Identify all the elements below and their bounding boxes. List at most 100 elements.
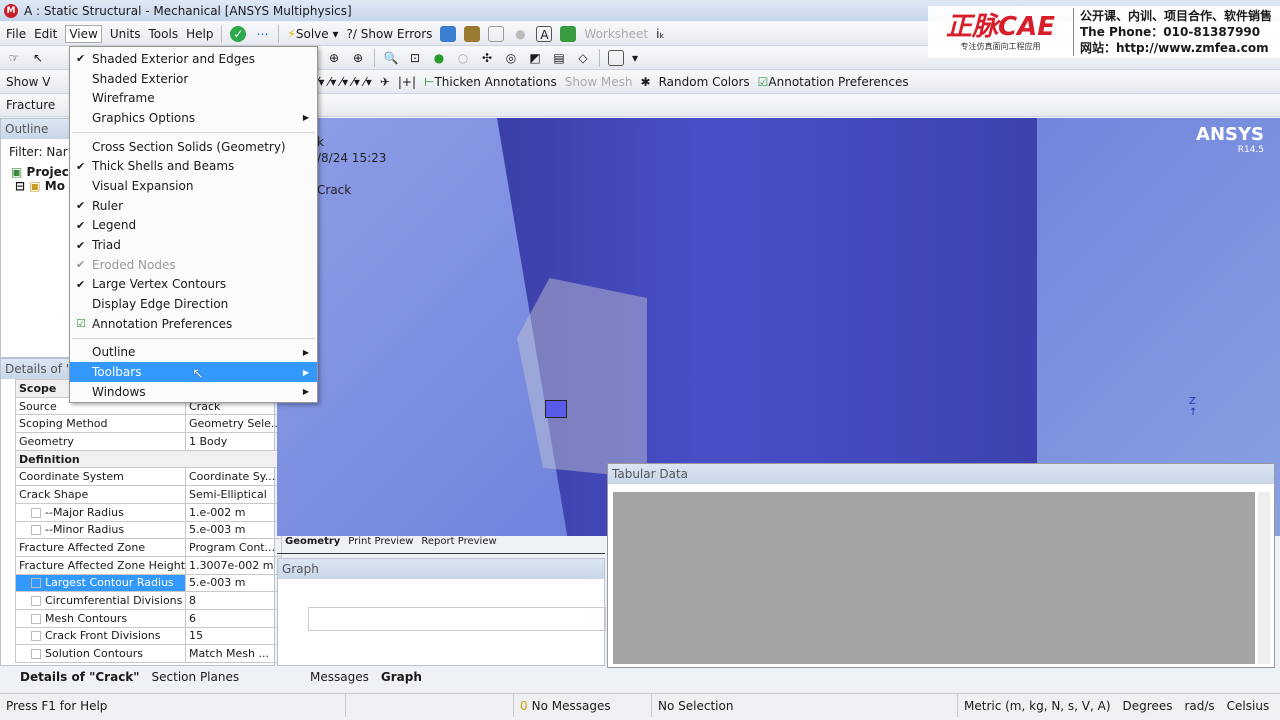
property-value[interactable]: 15 <box>184 626 283 646</box>
pointer-icon[interactable]: ↖ <box>30 50 46 66</box>
parameter-checkbox[interactable] <box>31 525 41 536</box>
view-icon[interactable]: ◎ <box>503 50 519 66</box>
random-colors-icon[interactable]: ✱ <box>641 75 651 89</box>
print-icon[interactable]: ▤ <box>551 50 567 66</box>
info-icon[interactable]: iₖ <box>656 27 664 41</box>
parameter-checkbox[interactable] <box>31 596 41 607</box>
parameter-checkbox[interactable] <box>31 507 41 518</box>
details-row[interactable]: Largest Contour Radius 5.e-003 m <box>15 573 283 593</box>
property-value[interactable]: 5.e-003 m <box>184 520 283 540</box>
edge-coloring-icon[interactable]: ⁄▾ ⁄▾ ⁄▾ ⁄▾ ⁄▾ <box>316 75 371 89</box>
menu-item-windows[interactable]: Windows ▶ <box>70 382 317 402</box>
property-value[interactable]: 8 <box>184 591 283 610</box>
menu-item-legend[interactable]: ✔ Legend <box>70 216 317 236</box>
details-row[interactable]: Crack Front Divisions 15 <box>15 626 283 646</box>
property-value[interactable]: Match Mesh ... <box>184 644 283 663</box>
menu-item-visual-expansion[interactable]: Visual Expansion <box>70 176 317 196</box>
show-mesh-button[interactable]: Show Mesh <box>565 75 633 89</box>
property-value[interactable]: 1 Body <box>184 432 283 451</box>
tag-icon[interactable]: ◇ <box>575 50 591 66</box>
details-row[interactable]: --Major Radius 1.e-002 m <box>15 502 283 522</box>
details-row[interactable]: Fracture Affected Zone Height 1.3007e-002… <box>15 555 283 575</box>
menu-edit[interactable]: Edit <box>34 27 57 41</box>
check-icon[interactable]: ✓ <box>230 25 247 42</box>
select-icon[interactable]: ☞ <box>6 50 22 66</box>
worksheet-button[interactable]: Worksheet <box>584 27 648 41</box>
details-row[interactable]: Circumferential Divisions 8 <box>15 591 283 610</box>
solve-button[interactable]: ⚡Solve ▾ <box>287 27 338 41</box>
menu-item-display-edge-direction[interactable]: Display Edge Direction <box>70 294 317 314</box>
filter-select[interactable]: Nar <box>46 145 67 159</box>
details-row[interactable]: Fracture Affected Zone Program Cont... <box>15 538 283 557</box>
menu-item-wireframe[interactable]: Wireframe <box>70 88 317 108</box>
new-figure-icon[interactable] <box>440 25 457 42</box>
cube-icon[interactable]: ◩ <box>527 50 543 66</box>
menu-tools[interactable]: Tools <box>149 27 179 41</box>
tab-messages[interactable]: Messages <box>310 670 369 684</box>
menu-item-triad[interactable]: ✔ Triad <box>70 235 317 255</box>
property-value[interactable]: Coordinate Sy... <box>184 467 283 487</box>
parameter-checkbox[interactable] <box>31 631 41 642</box>
annotation-preferences-button[interactable]: ☑Annotation Preferences <box>758 75 909 89</box>
parameter-checkbox[interactable] <box>31 649 41 660</box>
property-value[interactable]: Semi-Elliptical <box>184 485 283 504</box>
menu-item-annotation-preferences[interactable]: ☑ Annotation Preferences <box>70 314 317 334</box>
tab-geometry[interactable]: Geometry <box>285 536 340 553</box>
status-angle[interactable]: Degrees <box>1117 694 1179 717</box>
tab-graph[interactable]: Graph <box>381 670 422 684</box>
zoom-green-icon[interactable]: ● <box>431 50 447 66</box>
property-value[interactable]: 1.3007e-002 m <box>184 555 283 575</box>
details-row[interactable]: Geometry 1 Body <box>15 432 283 451</box>
zoom-box-icon[interactable]: ⊕ <box>350 50 366 66</box>
thin-annotation-icon[interactable]: |+| <box>398 75 416 89</box>
details-row[interactable]: Coordinate System Coordinate Sy... <box>15 467 283 487</box>
menu-item-cross-section-solids-geometry[interactable]: Cross Section Solids (Geometry) <box>70 137 317 157</box>
viewport-icon[interactable] <box>560 25 577 42</box>
text-annotation-icon[interactable]: A <box>536 25 553 42</box>
window-layout-icon[interactable] <box>608 49 624 66</box>
details-group[interactable]: Definition <box>14 449 283 469</box>
property-value[interactable]: Geometry Sele... <box>184 414 283 434</box>
image-icon[interactable] <box>464 25 481 42</box>
property-value[interactable]: 6 <box>184 608 283 628</box>
iso-icon[interactable]: ✣ <box>479 50 495 66</box>
menu-item-toolbars[interactable]: Toolbars ▶ ↖ <box>70 362 317 382</box>
show-vertices-button[interactable]: Show V <box>6 75 50 89</box>
details-row[interactable]: Crack Shape Semi-Elliptical <box>15 485 283 504</box>
menu-units[interactable]: Units <box>110 27 141 41</box>
report-icon[interactable] <box>488 25 505 42</box>
parameter-checkbox[interactable] <box>31 613 41 624</box>
menu-item-graphics-options[interactable]: Graphics Options ▶ <box>70 108 317 128</box>
details-row[interactable]: Mesh Contours 6 <box>15 608 283 628</box>
menu-item-outline[interactable]: Outline ▶ <box>70 343 317 363</box>
status-messages[interactable]: 0 No Messages <box>514 694 652 717</box>
magnify-icon[interactable]: ○ <box>455 50 471 66</box>
details-row[interactable]: Solution Contours Match Mesh ... <box>15 644 283 663</box>
menu-view[interactable]: View <box>65 24 102 43</box>
menu-item-large-vertex-contours[interactable]: ✔ Large Vertex Contours <box>70 275 317 295</box>
tabular-scrollbar[interactable] <box>1258 492 1270 664</box>
probe-icon[interactable]: ● <box>512 26 528 42</box>
status-units[interactable]: Metric (m, kg, N, s, V, A) <box>958 694 1117 717</box>
show-errors-button[interactable]: ?/ Show Errors <box>347 27 433 41</box>
property-value[interactable]: 1.e-002 m <box>184 502 283 522</box>
tab-section-planes[interactable]: Section Planes <box>152 670 240 684</box>
box-zoom-icon[interactable]: ⊡ <box>407 50 423 66</box>
tree-icon[interactable]: ⋯ <box>254 26 270 42</box>
menu-file[interactable]: File <box>6 27 26 41</box>
property-value[interactable]: 5.e-003 m <box>184 573 283 593</box>
random-colors-button[interactable]: Random Colors <box>659 75 750 89</box>
status-rotation[interactable]: rad/s <box>1178 694 1220 717</box>
menu-item-thick-shells-and-beams[interactable]: ✔ Thick Shells and Beams <box>70 156 317 176</box>
thicken-annotations-button[interactable]: ⊢Thicken Annotations <box>424 75 557 89</box>
tabular-grid[interactable] <box>613 492 1255 664</box>
tab-report-preview[interactable]: Report Preview <box>421 536 496 553</box>
menu-item-shaded-exterior[interactable]: Shaded Exterior <box>70 69 317 89</box>
group-label[interactable]: Definition <box>14 449 283 469</box>
zoom-fit-icon[interactable]: 🔍 <box>383 50 399 66</box>
tab-details[interactable]: Details of "Crack" <box>20 670 140 684</box>
details-row[interactable]: Scoping Method Geometry Sele... <box>15 414 283 434</box>
details-row[interactable]: --Minor Radius 5.e-003 m <box>15 520 283 540</box>
property-value[interactable]: Program Cont... <box>184 538 283 557</box>
status-temperature[interactable]: Celsius <box>1221 694 1276 717</box>
